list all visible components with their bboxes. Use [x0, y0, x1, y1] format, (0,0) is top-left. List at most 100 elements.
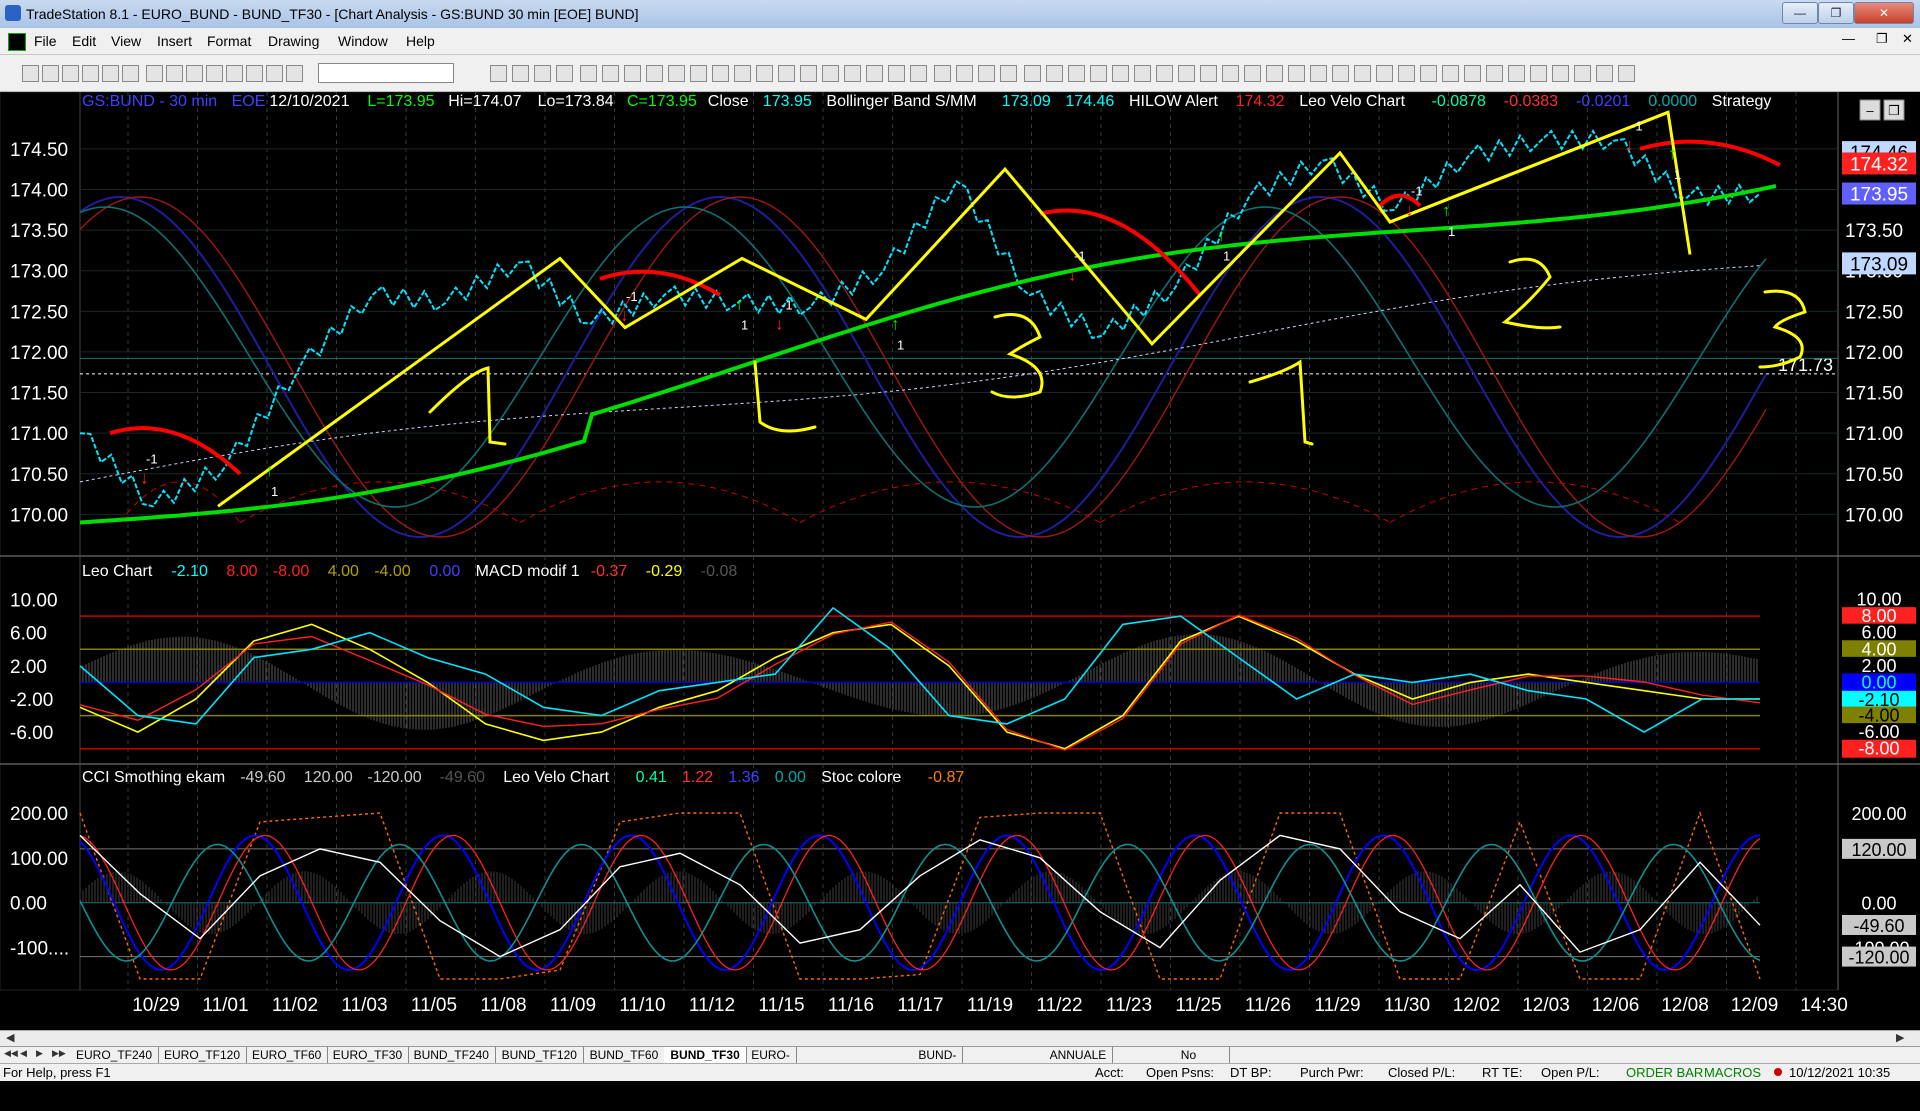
menu-format[interactable]: Format — [207, 33, 251, 49]
scroll-left-icon[interactable]: ◀ — [6, 1031, 14, 1044]
tab-bund-tf120[interactable]: BUND_TF120 — [496, 1047, 584, 1063]
toolbar-tool-icon-52[interactable] — [1332, 65, 1349, 82]
toolbar-tool-icon-5[interactable] — [122, 65, 139, 82]
toolbar-tool-icon-22[interactable] — [668, 65, 685, 82]
toolbar-tool-icon-29[interactable] — [822, 65, 839, 82]
menu-file[interactable]: File — [34, 33, 57, 49]
toolbar-tool-icon-23[interactable] — [690, 65, 707, 82]
toolbar-tool-icon-13[interactable] — [286, 65, 303, 82]
toolbar-tool-icon-44[interactable] — [1156, 65, 1173, 82]
tab-euro-tf30[interactable]: EURO_TF30 — [327, 1047, 410, 1063]
app-menu-icon[interactable] — [8, 33, 26, 51]
toolbar-tool-icon-45[interactable] — [1178, 65, 1195, 82]
menu-drawing[interactable]: Drawing — [268, 33, 319, 49]
tab-bund-tf60[interactable]: BUND_TF60 — [584, 1047, 666, 1063]
toolbar-tool-icon-14[interactable] — [490, 65, 507, 82]
toolbar-tool-icon-42[interactable] — [1112, 65, 1129, 82]
toolbar-tool-icon-28[interactable] — [800, 65, 817, 82]
toolbar-tool-icon-11[interactable] — [246, 65, 263, 82]
toolbar-tool-icon-40[interactable] — [1068, 65, 1085, 82]
tab-euro-tf60[interactable]: EURO_TF60 — [246, 1047, 329, 1063]
toolbar-tool-icon-16[interactable] — [534, 65, 551, 82]
toolbar-tool-icon-34[interactable] — [934, 65, 951, 82]
toolbar-tool-icon-10[interactable] — [226, 65, 243, 82]
tab-nav-icon-0[interactable]: ◀◀ — [4, 1048, 18, 1059]
toolbar-tool-icon-64[interactable] — [1596, 65, 1613, 82]
toolbar-tool-icon-26[interactable] — [756, 65, 773, 82]
mdi-restore-icon[interactable]: ❐ — [1876, 31, 1888, 47]
toolbar-tool-icon-57[interactable] — [1442, 65, 1459, 82]
toolbar-tool-icon-8[interactable] — [186, 65, 203, 82]
chart-area[interactable]: 174.50174.50174.00174.00173.50173.50173.… — [0, 92, 1920, 1030]
tab-euro-tf120[interactable]: EURO_TF120 — [158, 1047, 248, 1063]
toolbar-tool-icon-59[interactable] — [1486, 65, 1503, 82]
toolbar-tool-icon-58[interactable] — [1464, 65, 1481, 82]
tab-nav-icon-1[interactable]: ◀ — [20, 1048, 27, 1059]
toolbar-tool-icon-21[interactable] — [646, 65, 663, 82]
symbol-combobox[interactable] — [318, 63, 454, 83]
toolbar-tool-icon-63[interactable] — [1574, 65, 1591, 82]
toolbar-tool-icon-61[interactable] — [1530, 65, 1547, 82]
tab-bund-tf30[interactable]: BUND_TF30 — [664, 1047, 747, 1063]
toolbar-tool-icon-51[interactable] — [1310, 65, 1327, 82]
close-icon[interactable]: ✕ — [1854, 2, 1914, 24]
toolbar-tool-icon-12[interactable] — [266, 65, 283, 82]
horizontal-scrollbar[interactable]: ◀ ▶ — [0, 1030, 1920, 1047]
toolbar-tool-icon-46[interactable] — [1200, 65, 1217, 82]
toolbar-tool-icon-20[interactable] — [624, 65, 641, 82]
tab-euro-tf240[interactable]: EURO_TF240 — [70, 1047, 160, 1063]
toolbar-tool-icon-9[interactable] — [206, 65, 223, 82]
toolbar-tool-icon-32[interactable] — [888, 65, 905, 82]
toolbar-tool-icon-1[interactable] — [42, 65, 59, 82]
toolbar-tool-icon-47[interactable] — [1222, 65, 1239, 82]
toolbar-tool-icon-56[interactable] — [1420, 65, 1437, 82]
minimize-icon[interactable]: — — [1782, 2, 1818, 24]
tab-nav-icon-3[interactable]: ▶▶ — [52, 1048, 66, 1059]
tab-bund-tf240[interactable]: BUND_TF240 — [408, 1047, 496, 1063]
toolbar-tool-icon-33[interactable] — [910, 65, 927, 82]
tab-bund-euro-100-gg[interactable]: BUND-EURO 100 gg — [912, 1047, 964, 1094]
toolbar-tool-icon-18[interactable] — [580, 65, 597, 82]
toolbar-tool-icon-36[interactable] — [978, 65, 995, 82]
toolbar-tool-icon-31[interactable] — [866, 65, 883, 82]
status-order-bar[interactable]: ORDER BAR — [1626, 1065, 1703, 1080]
menu-insert[interactable]: Insert — [157, 33, 192, 49]
chart-svg[interactable]: 174.50174.50174.00174.00173.50173.50173.… — [0, 92, 1920, 1030]
toolbar-tool-icon-30[interactable] — [844, 65, 861, 82]
toolbar-tool-icon-65[interactable] — [1618, 65, 1635, 82]
toolbar-tool-icon-38[interactable] — [1024, 65, 1041, 82]
mdi-minimize-icon[interactable]: — — [1842, 31, 1855, 46]
restore-icon[interactable]: ❐ — [1818, 2, 1854, 24]
toolbar-tool-icon-39[interactable] — [1046, 65, 1063, 82]
toolbar-tool-icon-62[interactable] — [1552, 65, 1569, 82]
menu-view[interactable]: View — [111, 33, 141, 49]
toolbar-tool-icon-2[interactable] — [62, 65, 79, 82]
menu-help[interactable]: Help — [406, 33, 435, 49]
toolbar-tool-icon-3[interactable] — [82, 65, 99, 82]
toolbar-tool-icon-43[interactable] — [1134, 65, 1151, 82]
mdi-close-icon[interactable]: ✕ — [1902, 31, 1913, 47]
toolbar-tool-icon-19[interactable] — [602, 65, 619, 82]
toolbar-tool-icon-37[interactable] — [1000, 65, 1017, 82]
menu-window[interactable]: Window — [338, 33, 388, 49]
toolbar-tool-icon-4[interactable] — [102, 65, 119, 82]
toolbar-tool-icon-60[interactable] — [1508, 65, 1525, 82]
toolbar-tool-icon-55[interactable] — [1398, 65, 1415, 82]
tab-no-prezzi-2[interactable]: No PREZZI 2 — [1175, 1047, 1231, 1094]
menu-edit[interactable]: Edit — [72, 33, 96, 49]
toolbar-tool-icon-49[interactable] — [1266, 65, 1283, 82]
toolbar-tool-icon-15[interactable] — [512, 65, 529, 82]
toolbar-tool-icon-24[interactable] — [712, 65, 729, 82]
toolbar-tool-icon-27[interactable] — [778, 65, 795, 82]
toolbar-tool-icon-48[interactable] — [1244, 65, 1261, 82]
tab-nav-icon-2[interactable]: ▶ — [36, 1048, 43, 1059]
toolbar-tool-icon-7[interactable] — [166, 65, 183, 82]
toolbar-tool-icon-53[interactable] — [1354, 65, 1371, 82]
toolbar-tool-icon-41[interactable] — [1090, 65, 1107, 82]
status-macros[interactable]: MACROS — [1704, 1065, 1761, 1080]
toolbar-tool-icon-6[interactable] — [146, 65, 163, 82]
tab-euro-bund-frame-bassi[interactable]: EURO-BUND frame bassi — [745, 1047, 797, 1110]
toolbar-tool-icon-17[interactable] — [556, 65, 573, 82]
toolbar-tool-icon-35[interactable] — [956, 65, 973, 82]
toolbar-tool-icon-54[interactable] — [1376, 65, 1393, 82]
